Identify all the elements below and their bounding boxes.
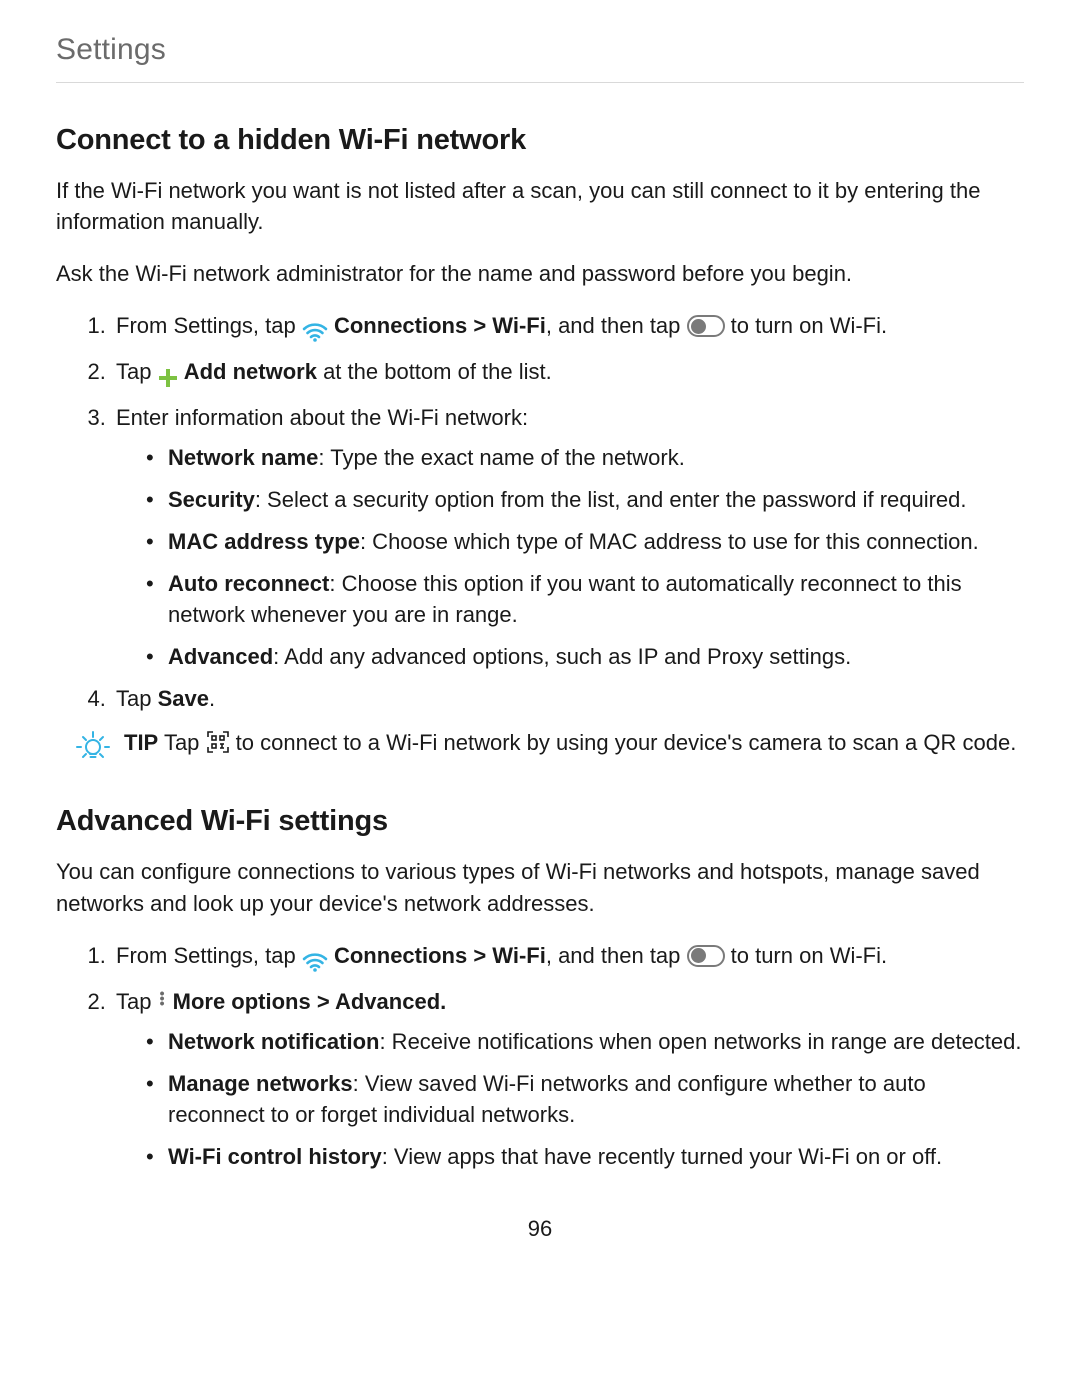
text: : Choose which type of MAC address to us… [360,529,979,554]
nav-path: Connections > Wi-Fi [334,313,546,338]
bullet-network-notification: Network notification: Receive notificati… [168,1026,1024,1058]
bullet-manage-networks: Manage networks: View saved Wi-Fi networ… [168,1068,1024,1132]
section-heading-advanced-wifi: Advanced Wi-Fi settings [56,800,1024,842]
section-heading-hidden-wifi: Connect to a hidden Wi-Fi network [56,119,1024,161]
wifi-icon [302,944,328,976]
label: Network notification [168,1029,379,1054]
section1-intro2: Ask the Wi-Fi network administrator for … [56,258,1024,290]
text: to turn on Wi-Fi. [725,313,888,338]
text: : Receive notifications when open networ… [379,1029,1021,1054]
label: Wi-Fi control history [168,1144,382,1169]
bullet-mac-address-type: MAC address type: Choose which type of M… [168,526,1024,558]
text: : Select a security option from the list… [255,487,967,512]
text: From Settings, tap [116,943,302,968]
toggle-off-icon [687,945,725,967]
text: From Settings, tap [116,313,302,338]
bullet-auto-reconnect: Auto reconnect: Choose this option if yo… [168,568,1024,632]
toggle-off-icon [687,315,725,337]
nav-path: Connections > Wi-Fi [334,943,546,968]
tip-block: TIP Tap to connect to a Wi-Fi network by… [76,727,1024,772]
label: Network name [168,445,318,470]
text: to turn on Wi-Fi. [725,943,888,968]
add-network-label: Add network [184,359,317,384]
text: Tap [116,989,158,1014]
bullet-advanced: Advanced: Add any advanced options, such… [168,641,1024,673]
text: , and then tap [546,313,687,338]
lightbulb-icon [76,729,110,772]
more-options-icon: ••• [158,991,167,1006]
text: Enter information about the Wi-Fi networ… [116,405,528,430]
label: Security [168,487,255,512]
label: Manage networks [168,1071,353,1096]
text: : Type the exact name of the network. [318,445,684,470]
label: MAC address type [168,529,360,554]
text: Tap [116,359,158,384]
page-header: Settings [56,28,1024,83]
text: . [209,686,215,711]
plus-icon [158,360,178,392]
section2-step-1: From Settings, tap Connections > Wi-Fi, … [112,940,1024,976]
tip-text: TIP Tap to connect to a Wi-Fi network by… [124,727,1024,763]
section1-step-3: Enter information about the Wi-Fi networ… [112,402,1024,673]
section1-step-2: Tap Add network at the bottom of the lis… [112,356,1024,392]
label: Advanced [168,644,273,669]
text: to connect to a Wi-Fi network by using y… [230,730,1017,755]
section2-steps: From Settings, tap Connections > Wi-Fi, … [56,940,1024,1173]
section2-step-2: Tap ••• More options > Advanced. Network… [112,986,1024,1173]
section1-step-1: From Settings, tap Connections > Wi-Fi, … [112,310,1024,346]
text: : Add any advanced options, such as IP a… [273,644,851,669]
text: at the bottom of the list. [317,359,552,384]
bullet-network-name: Network name: Type the exact name of the… [168,442,1024,474]
section1-steps: From Settings, tap Connections > Wi-Fi, … [56,310,1024,715]
text: Tap [158,730,205,755]
tip-label: TIP [124,730,158,755]
label: Auto reconnect [168,571,329,596]
text: : View apps that have recently turned yo… [382,1144,942,1169]
page-number: 96 [56,1213,1024,1245]
save-label: Save [158,686,209,711]
more-options-label: More options > Advanced. [173,989,447,1014]
section1-step3-bullets: Network name: Type the exact name of the… [116,442,1024,673]
qr-scan-icon [206,730,230,763]
section2-intro: You can configure connections to various… [56,856,1024,920]
bullet-wifi-control-history: Wi-Fi control history: View apps that ha… [168,1141,1024,1173]
section1-intro1: If the Wi-Fi network you want is not lis… [56,175,1024,239]
section2-step2-bullets: Network notification: Receive notificati… [116,1026,1024,1174]
wifi-icon [302,314,328,346]
section1-step-4: Tap Save. [112,683,1024,715]
bullet-security: Security: Select a security option from … [168,484,1024,516]
text: , and then tap [546,943,687,968]
text: Tap [116,686,158,711]
